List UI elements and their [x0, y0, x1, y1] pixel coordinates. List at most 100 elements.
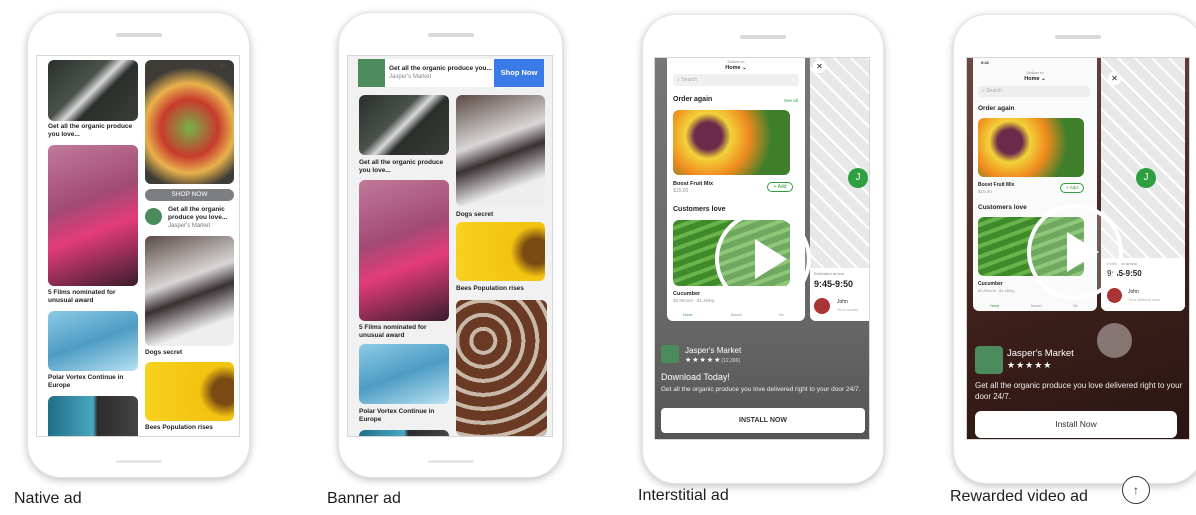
deliver-to: Deliver to	[1026, 70, 1044, 75]
courier-name: John	[1128, 289, 1139, 295]
app-icon	[661, 345, 679, 363]
feed-image[interactable]	[359, 344, 449, 404]
feed-caption: Polar Vortex Continue in Europe	[48, 374, 124, 389]
eta-label: Estimated arrival	[814, 271, 844, 276]
tab-me: Me	[1073, 304, 1078, 308]
install-now-button[interactable]: INSTALL NOW	[661, 408, 865, 433]
speaker	[427, 33, 474, 37]
eta-card: Estimated arrival 9:45-9:50 John Your co…	[810, 268, 869, 321]
install-now-button[interactable]: Install Now	[975, 411, 1177, 438]
banner-ad-advertiser: Jasper's Market	[389, 74, 432, 80]
feed-image[interactable]	[48, 396, 138, 436]
tab-home: Home	[683, 313, 693, 317]
feed-caption: Dogs secret	[456, 211, 494, 218]
add-button: + Add	[767, 182, 793, 192]
speaker	[740, 35, 786, 39]
product-name: Boost Fruit Mix	[978, 182, 1015, 188]
product-image	[978, 118, 1084, 177]
speaker	[1055, 35, 1101, 39]
rating: ★★★★★(12,396)	[685, 356, 740, 364]
app-icon	[975, 346, 1003, 374]
order-again-heading: Order again	[673, 96, 713, 103]
banner-ad[interactable]: Get all the organic produce you... Jaspe…	[358, 59, 544, 87]
advertiser-name: Jasper's Market	[1007, 348, 1074, 359]
product-name: Cucumber	[978, 281, 1003, 287]
headline: Download Today!	[661, 372, 730, 382]
home-indicator	[115, 460, 162, 463]
product-name: Boost Fruit Mix	[673, 181, 714, 187]
feed-image[interactable]	[359, 180, 449, 321]
body-text: Get all the organic produce you love del…	[975, 381, 1183, 401]
native-ad-title: Get all the organic produce you love...	[168, 206, 228, 221]
rewarded-screen: 9:41 Deliver to Home ⌄ ⌕ Search Order ag…	[966, 57, 1190, 440]
banner-ad-logo	[358, 59, 385, 87]
tab-me: Me	[779, 313, 784, 317]
native-ad-advertiser: Jasper's Market	[168, 223, 211, 229]
feed-image[interactable]	[359, 95, 449, 155]
adchoices-icon[interactable]: ▷	[221, 62, 226, 70]
home-indicator	[427, 460, 474, 463]
body-text: Get all the organic produce you love del…	[661, 386, 861, 393]
native-ad-image[interactable]	[145, 60, 234, 184]
play-button[interactable]	[1027, 204, 1123, 300]
feed-image[interactable]	[145, 236, 234, 346]
touch-indicator	[1097, 323, 1132, 358]
feed-image[interactable]	[48, 145, 138, 286]
eta-time: 9:45-9:50	[814, 279, 854, 289]
see-all-link: See all	[784, 98, 798, 103]
courier-name: John	[837, 299, 848, 305]
map-pin-icon: J	[1136, 168, 1156, 188]
shop-now-button[interactable]: Shop Now	[494, 59, 544, 87]
feed-caption: Get all the organic produce you love...	[48, 123, 133, 138]
star-icons: ★★★★★	[685, 357, 722, 364]
home-location: Home ⌄	[1024, 76, 1046, 82]
order-again-heading: Order again	[978, 105, 1015, 112]
shop-now-button[interactable]: SHOP NOW	[145, 189, 234, 201]
star-icons: ★★★★★	[1007, 360, 1053, 370]
info-icon[interactable]: ↑	[1122, 476, 1150, 504]
customers-love-heading: Customers love	[978, 204, 1027, 211]
feed-caption: Bees Population rises	[145, 424, 213, 431]
customers-love-heading: Customers love	[673, 206, 726, 213]
feed-image[interactable]	[48, 311, 138, 371]
tab-basket: Basket	[1031, 304, 1042, 308]
feed-image[interactable]	[48, 60, 138, 121]
speaker	[115, 33, 162, 37]
feed-image[interactable]	[456, 95, 545, 206]
advertiser-avatar	[145, 208, 162, 225]
close-icon[interactable]: ✕	[813, 60, 826, 73]
rewarded-ad-label: Rewarded video ad	[950, 488, 1088, 505]
feed-image[interactable]	[456, 222, 545, 281]
banner-ad-label: Banner ad	[327, 490, 401, 507]
banner-ad-title: Get all the organic produce you...	[389, 65, 492, 72]
interstitial-ad-label: Interstitial ad	[638, 487, 729, 504]
courier-role: Your courier	[837, 307, 859, 312]
product-price: $0.80/unit · $1.46/kg	[673, 298, 715, 303]
feed-image[interactable]	[359, 430, 449, 436]
tab-home: Home	[990, 304, 1000, 308]
rating-count: (12,396)	[721, 358, 741, 364]
deliver-to: Deliver to	[727, 59, 745, 64]
banner-screen: Get all the organic produce you... Jaspe…	[347, 55, 553, 437]
close-icon[interactable]: ✕	[1108, 72, 1121, 85]
feed-image[interactable]	[145, 362, 234, 421]
product-image	[673, 110, 790, 175]
search-bar: ⌕ Search	[673, 74, 799, 86]
interstitial-screen: Deliver to Home ⌄ ⌕ Search Order again S…	[654, 57, 870, 440]
feed-caption: 5 Films nominated for unusual award	[48, 289, 116, 304]
courier-role: Your delivery man	[1128, 297, 1160, 302]
feed-caption: 5 Films nominated for unusual award	[359, 324, 427, 339]
search-placeholder: Search	[681, 77, 698, 83]
product-price: $15.00	[978, 189, 992, 194]
home-location: Home ⌄	[725, 65, 747, 71]
map-pin-icon: J	[848, 168, 868, 188]
feed-caption: Dogs secret	[145, 349, 183, 356]
play-button[interactable]	[715, 211, 811, 307]
feed-caption: Get all the organic produce you love...	[359, 159, 444, 174]
feed-caption: Polar Vortex Continue in Europe	[359, 408, 435, 423]
product-price: $15.00	[673, 188, 689, 194]
product-price: $0.80/unit · $1.46/kg	[978, 288, 1015, 293]
search-bar: ⌕ Search	[978, 86, 1090, 97]
search-placeholder: Search	[986, 88, 1003, 94]
feed-image[interactable]	[456, 300, 547, 436]
